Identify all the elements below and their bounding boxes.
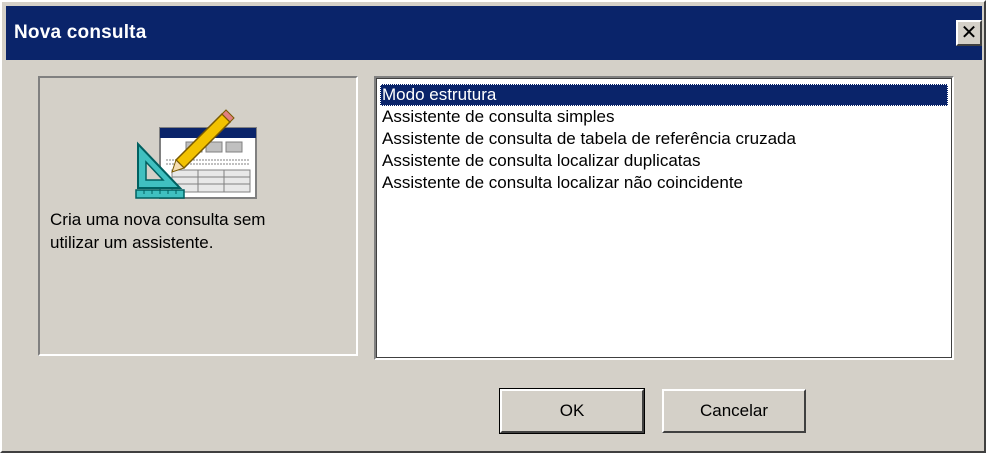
new-query-dialog: Nova consulta ✕ Cria uma nova consulta s… — [0, 0, 986, 453]
list-item[interactable]: Assistente de consulta localizar duplica… — [380, 150, 948, 172]
option-description: Cria uma nova consulta sem utilizar um a… — [50, 210, 266, 252]
close-button[interactable]: ✕ — [956, 20, 982, 46]
window-title: Nova consulta — [14, 22, 147, 43]
list-item[interactable]: Assistente de consulta localizar não coi… — [380, 172, 948, 194]
preview-panel: Cria uma nova consulta sem utilizar um a… — [38, 76, 358, 356]
query-design-icon — [135, 109, 257, 199]
list-item[interactable]: Modo estrutura — [380, 84, 948, 106]
list-item[interactable]: Assistente de consulta simples — [380, 106, 948, 128]
ok-button[interactable]: OK — [499, 388, 645, 434]
list-item[interactable]: Assistente de consulta de tabela de refe… — [380, 128, 948, 150]
close-icon: ✕ — [960, 22, 978, 44]
cancel-button[interactable]: Cancelar — [662, 389, 806, 433]
query-type-list[interactable]: Modo estrutura Assistente de consulta si… — [374, 76, 954, 360]
title-bar[interactable]: Nova consulta ✕ — [6, 6, 982, 60]
